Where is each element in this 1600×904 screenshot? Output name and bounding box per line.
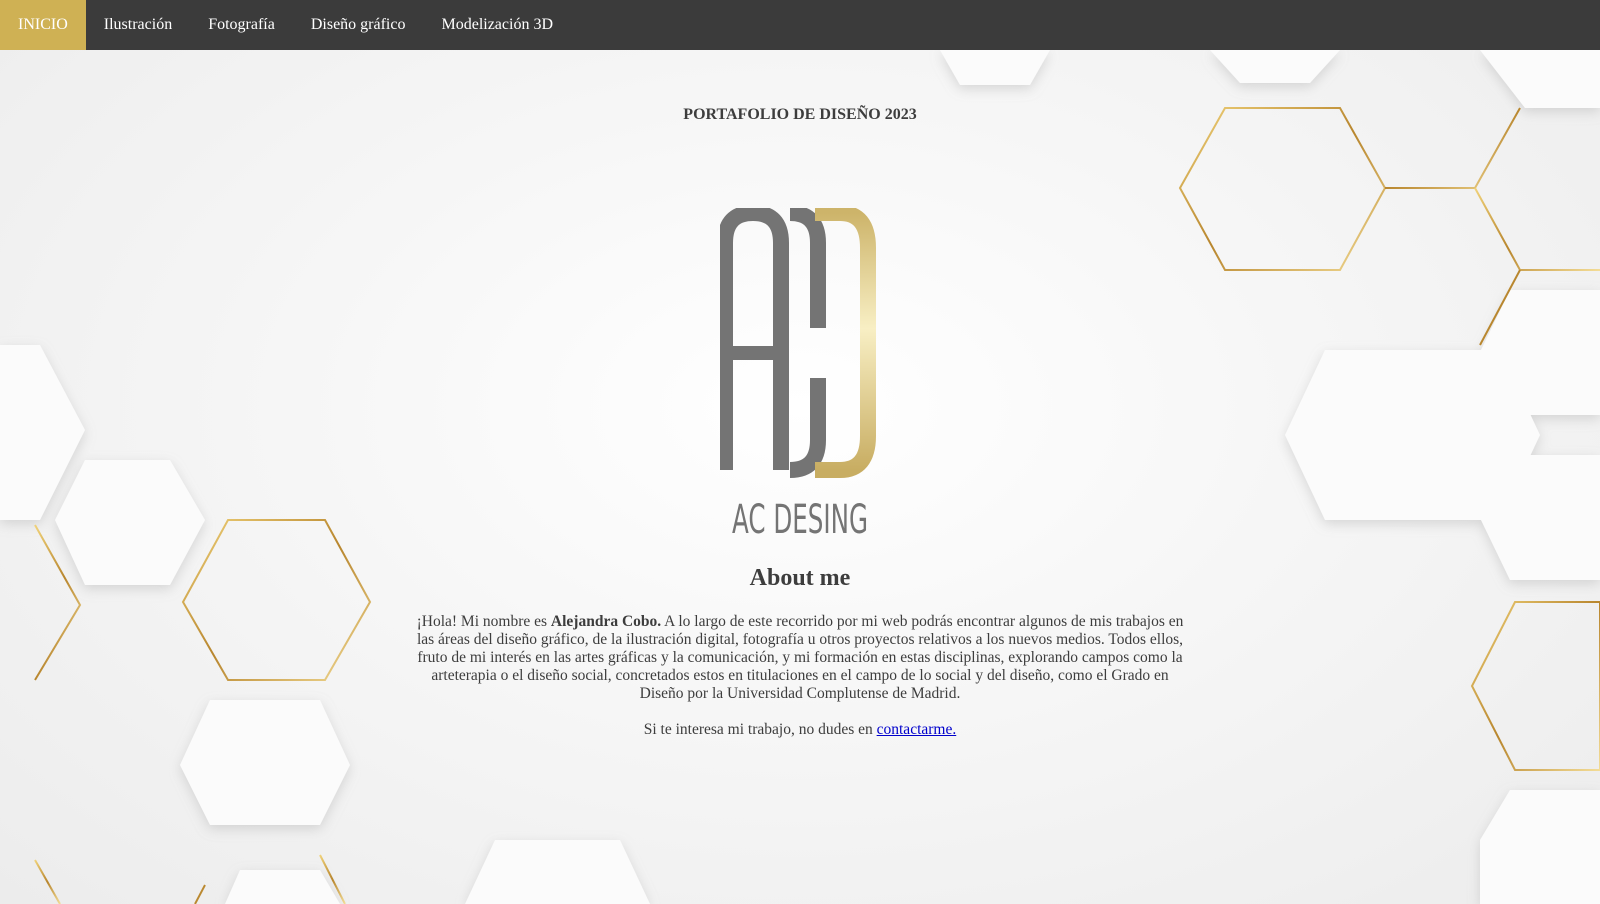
nav-item-fotografia[interactable]: Fotografía: [190, 0, 293, 50]
top-navbar: INICIO Ilustración Fotografía Diseño grá…: [0, 0, 1600, 50]
page-title: PORTAFOLIO DE DISEÑO 2023: [683, 106, 917, 123]
about-intro: ¡Hola! Mi nombre es: [416, 613, 551, 630]
nav-item-inicio[interactable]: INICIO: [0, 0, 86, 50]
about-paragraph: ¡Hola! Mi nombre es Alejandra Cobo. A lo…: [415, 613, 1185, 703]
nav-item-ilustracion[interactable]: Ilustración: [86, 0, 190, 50]
contact-line: Si te interesa mi trabajo, no dudes en c…: [0, 721, 1600, 739]
contact-prefix: Si te interesa mi trabajo, no dudes en: [643, 721, 877, 738]
nav-item-diseno-grafico[interactable]: Diseño gráfico: [293, 0, 424, 50]
acd-logo: AC DESING: [720, 208, 876, 543]
nav-item-modelizacion-3d[interactable]: Modelización 3D: [423, 0, 571, 50]
author-name: Alejandra Cobo.: [550, 613, 662, 630]
logo-wordmark: AC DESING: [732, 497, 868, 543]
about-heading: About me: [749, 565, 851, 591]
contact-link[interactable]: contactarme.: [877, 721, 957, 738]
